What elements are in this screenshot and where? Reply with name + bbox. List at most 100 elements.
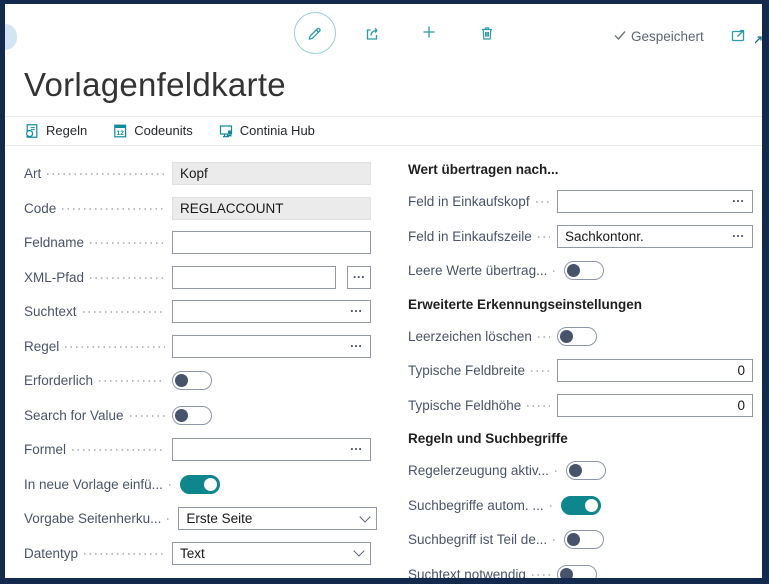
page-title: Vorlagenfeldkarte — [24, 66, 286, 103]
action-codeunits[interactable]: 12 Codeunits — [112, 123, 193, 139]
dotted-leader — [84, 552, 165, 555]
field-value: Erste Seite — [186, 511, 253, 526]
field-label-typische-feldbreite: Typische Feldbreite — [408, 363, 526, 378]
field-row: Als Belegtrenner ver... — [24, 576, 371, 584]
assist-ellipsis-button[interactable] — [350, 339, 364, 354]
field-input-feld-in-einkaufszeile[interactable]: Sachkontonr. — [557, 224, 753, 248]
field-control: Kopf — [172, 162, 371, 185]
field-value: Kopf — [180, 166, 208, 181]
toggle-erforderlich[interactable] — [172, 371, 212, 390]
field-label-in-neue-vorlage-einfu: In neue Vorlage einfü... — [24, 476, 163, 492]
field-input-feld-in-einkaufskopf[interactable] — [557, 190, 753, 213]
toggle-suchbegriff-ist-teil-de[interactable] — [564, 530, 605, 549]
toggle-leere-werte-ubertrag[interactable] — [564, 261, 605, 280]
toggle-als-belegtrenner-ver[interactable] — [174, 578, 214, 584]
toggle-knob — [567, 264, 581, 277]
field-control — [179, 473, 379, 496]
toggle-in-neue-vorlage-einfu[interactable] — [179, 474, 220, 494]
dotted-leader — [553, 539, 558, 541]
popout-button[interactable] — [729, 26, 747, 44]
dotted-leader — [168, 483, 173, 486]
field-row: Search for Value — [24, 404, 371, 427]
field-input-typische-feldhohe[interactable]: 0 — [557, 393, 753, 417]
field-value: Sachkontonr. — [565, 228, 644, 244]
field-label-search-for-value: Search for Value — [24, 407, 124, 423]
check-icon — [613, 28, 627, 45]
field-control — [557, 190, 753, 213]
action-codeunits-label: Codeunits — [134, 123, 193, 138]
field-row: Suchbegriffe autom. ... — [408, 494, 753, 517]
toggle-regelerzeugung-aktiv[interactable] — [565, 461, 606, 480]
action-regeln[interactable]: Regeln — [24, 123, 87, 139]
toggle-search-for-value[interactable] — [172, 405, 212, 425]
field-control: 0 — [557, 393, 753, 417]
edit-button[interactable] — [294, 12, 336, 54]
field-row: Leerzeichen löschen — [408, 325, 753, 348]
select-datentyp[interactable]: Text — [172, 541, 371, 565]
field-control — [560, 494, 757, 517]
dotted-leader — [549, 504, 554, 507]
hub-icon — [218, 123, 234, 139]
field-row: Erforderlich — [24, 369, 371, 392]
dotted-leader — [99, 380, 165, 382]
share-button[interactable] — [363, 24, 382, 43]
field-label-regel: Regel — [24, 338, 60, 354]
popout-icon — [729, 29, 747, 47]
add-button[interactable] — [420, 23, 438, 41]
field-row: Typische Feldbreite 0 — [408, 359, 753, 382]
field-control: REGLACCOUNT — [172, 196, 371, 220]
svg-text:12: 12 — [117, 130, 125, 137]
left-column: Art Kopf Code REGLACCOUNT Feldname XML-Pfad Su… — [24, 162, 378, 584]
field-input-suchtext[interactable] — [172, 300, 371, 323]
field-control — [172, 334, 371, 358]
field-row: Suchbegriff ist Teil de... — [408, 528, 753, 551]
toggle-knob — [584, 498, 598, 512]
field-input-regel[interactable] — [172, 334, 371, 358]
rules-icon — [24, 123, 40, 139]
field-value: Text — [180, 545, 205, 561]
toggle-leerzeichen-loschen[interactable] — [557, 326, 597, 346]
assist-ellipsis-button[interactable] — [350, 442, 364, 457]
resize-icon-partial[interactable] — [754, 34, 762, 44]
field-label-vorgabe-seitenherku: Vorgabe Seitenherku... — [24, 511, 162, 526]
field-input-code: REGLACCOUNT — [172, 196, 371, 220]
assist-ellipsis-button[interactable] — [732, 194, 746, 209]
codeunit-icon: 12 — [112, 123, 128, 139]
field-card-content: Art Kopf Code REGLACCOUNT Feldname XML-Pfad Su… — [5, 146, 762, 584]
action-continia-hub[interactable]: Continia Hub — [218, 123, 315, 139]
assist-ellipsis-button[interactable] — [350, 304, 364, 319]
chevron-down-icon — [359, 510, 372, 523]
field-row: Code REGLACCOUNT — [24, 196, 371, 220]
select-vorgabe-seitenherku[interactable]: Erste Seite — [178, 507, 378, 530]
toggle-knob — [175, 408, 188, 422]
section-header-regeln-und-suchbegriffe: Regeln und Suchbegriffe — [408, 431, 568, 446]
field-input-typische-feldbreite[interactable]: 0 — [557, 359, 753, 382]
assist-button-xml-pfad[interactable] — [347, 265, 371, 289]
field-label-suchtext: Suchtext — [24, 304, 77, 319]
dotted-leader — [82, 311, 165, 313]
field-row: Regelerzeugung aktiv... — [408, 459, 753, 482]
dotted-leader — [90, 242, 165, 244]
toggle-suchbegriffe-autom[interactable] — [560, 495, 601, 515]
field-input-formel[interactable] — [172, 438, 371, 461]
field-row: Art Kopf — [24, 162, 371, 185]
toggle-knob — [175, 374, 188, 387]
field-label-code: Code — [24, 200, 57, 216]
field-control: Erste Seite — [178, 507, 378, 530]
assist-ellipsis-button[interactable] — [732, 229, 746, 244]
toolbar: Gespeichert — [5, 4, 762, 62]
field-input-xml-pfad[interactable] — [172, 265, 336, 289]
app-window: Gespeichert Vorlagenfeldkarte Regeln 12 … — [0, 0, 769, 584]
field-label-feldname: Feldname — [24, 235, 85, 250]
field-row: XML-Pfad — [24, 265, 371, 289]
field-label-datentyp: Datentyp — [24, 545, 79, 561]
toggle-suchtext-notwendig[interactable] — [557, 564, 597, 578]
field-row: Feld in Einkaufszeile Sachkontonr. — [408, 224, 753, 248]
field-input-feldname[interactable] — [172, 231, 371, 254]
field-row: Suchtext notwendig — [408, 563, 753, 578]
dotted-leader — [537, 335, 550, 338]
field-row: Feld in Einkaufskopf — [408, 190, 753, 213]
field-row: In neue Vorlage einfü... — [24, 473, 371, 496]
dotted-leader — [47, 173, 165, 175]
delete-button[interactable] — [478, 24, 496, 42]
